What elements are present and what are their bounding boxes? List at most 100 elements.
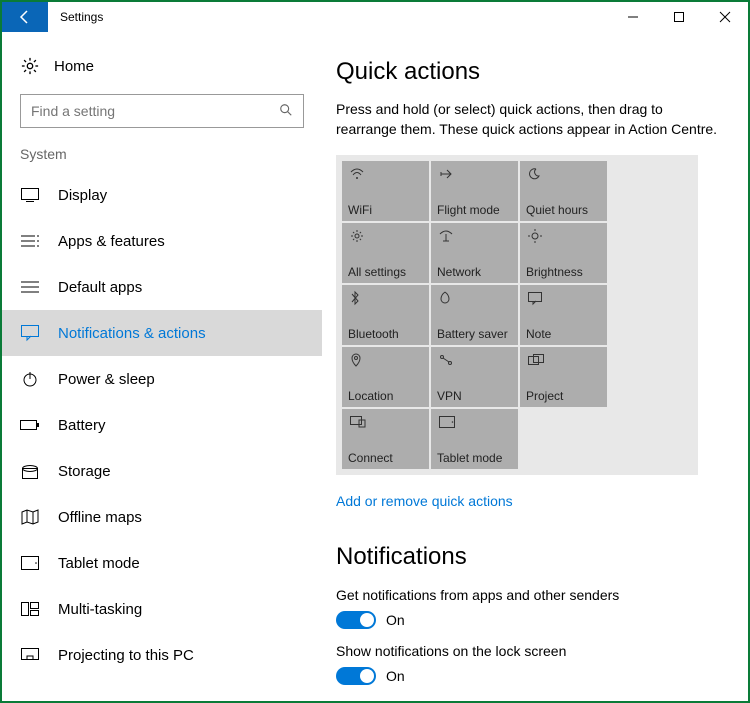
minimize-button[interactable] bbox=[610, 2, 656, 32]
window-title: Settings bbox=[48, 2, 103, 32]
tile-label: Bluetooth bbox=[348, 327, 425, 341]
sidebar-item-label: Notifications & actions bbox=[58, 325, 206, 342]
back-button[interactable] bbox=[2, 2, 48, 32]
projecting-icon bbox=[20, 648, 40, 662]
quick-actions-grid: WiFi Flight mode Quiet hours All setting… bbox=[336, 155, 698, 475]
storage-icon bbox=[20, 463, 40, 479]
tile-bluetooth[interactable]: Bluetooth bbox=[342, 285, 429, 345]
sidebar-item-label: Default apps bbox=[58, 279, 142, 296]
tile-network[interactable]: Network bbox=[431, 223, 518, 283]
sidebar-item-tablet-mode[interactable]: Tablet mode bbox=[2, 540, 322, 586]
sidebar-item-apps[interactable]: Apps & features bbox=[2, 218, 322, 264]
quick-actions-heading: Quick actions bbox=[336, 58, 728, 86]
sidebar-item-label: Storage bbox=[58, 463, 111, 480]
tile-tablet-mode[interactable]: Tablet mode bbox=[431, 409, 518, 469]
sidebar-item-display[interactable]: Display bbox=[2, 172, 322, 218]
gear-icon bbox=[350, 229, 364, 248]
quick-actions-desc: Press and hold (or select) quick actions… bbox=[336, 100, 726, 139]
sidebar-item-multitasking[interactable]: Multi-tasking bbox=[2, 586, 322, 632]
tile-label: Battery saver bbox=[437, 327, 514, 341]
tile-label: Quiet hours bbox=[526, 203, 603, 217]
tablet-icon bbox=[20, 556, 40, 570]
sidebar-item-notifications[interactable]: Notifications & actions bbox=[2, 310, 322, 356]
multitasking-icon bbox=[20, 602, 40, 616]
toggle-notifications-lock[interactable] bbox=[336, 667, 376, 685]
sidebar: Home System Display Apps & features Defa… bbox=[2, 32, 322, 701]
tile-note[interactable]: Note bbox=[520, 285, 607, 345]
sidebar-item-label: Display bbox=[58, 187, 107, 204]
tile-label: Network bbox=[437, 265, 514, 279]
tile-label: Location bbox=[348, 389, 425, 403]
setting-label: Get notifications from apps and other se… bbox=[336, 587, 728, 603]
tile-label: Connect bbox=[348, 451, 425, 465]
sidebar-item-battery[interactable]: Battery bbox=[2, 402, 322, 448]
titlebar: Settings bbox=[2, 2, 748, 32]
sidebar-item-storage[interactable]: Storage bbox=[2, 448, 322, 494]
search-box[interactable] bbox=[20, 94, 304, 128]
tile-label: All settings bbox=[348, 265, 425, 279]
home-label: Home bbox=[54, 58, 94, 75]
tile-label: Note bbox=[526, 327, 603, 341]
sidebar-item-label: Tablet mode bbox=[58, 555, 140, 572]
tile-all-settings[interactable]: All settings bbox=[342, 223, 429, 283]
apps-icon bbox=[20, 234, 40, 248]
sidebar-item-label: Battery bbox=[58, 417, 106, 434]
sidebar-item-projecting[interactable]: Projecting to this PC bbox=[2, 632, 322, 678]
vpn-icon bbox=[439, 353, 453, 371]
tile-vpn[interactable]: VPN bbox=[431, 347, 518, 407]
tile-wifi[interactable]: WiFi bbox=[342, 161, 429, 221]
tile-label: Flight mode bbox=[437, 203, 514, 217]
close-button[interactable] bbox=[702, 2, 748, 32]
tile-battery-saver[interactable]: Battery saver bbox=[431, 285, 518, 345]
tile-location[interactable]: Location bbox=[342, 347, 429, 407]
sidebar-item-default-apps[interactable]: Default apps bbox=[2, 264, 322, 310]
default-apps-icon bbox=[20, 280, 40, 294]
search-icon bbox=[279, 103, 293, 120]
airplane-icon bbox=[439, 167, 453, 185]
sidebar-item-maps[interactable]: Offline maps bbox=[2, 494, 322, 540]
toggle-state: On bbox=[386, 612, 405, 628]
connect-icon bbox=[350, 415, 366, 433]
setting-label: Show notifications on the lock screen bbox=[336, 643, 728, 659]
tile-label: VPN bbox=[437, 389, 514, 403]
add-remove-link[interactable]: Add or remove quick actions bbox=[336, 493, 513, 509]
sidebar-item-label: Projecting to this PC bbox=[58, 647, 194, 664]
notifications-icon bbox=[20, 325, 40, 341]
gear-icon bbox=[20, 56, 40, 76]
sidebar-item-label: Offline maps bbox=[58, 509, 142, 526]
toggle-state: On bbox=[386, 668, 405, 684]
tile-label: Tablet mode bbox=[437, 451, 514, 465]
section-title: System bbox=[2, 146, 322, 172]
notifications-heading: Notifications bbox=[336, 543, 728, 571]
tile-project[interactable]: Project bbox=[520, 347, 607, 407]
sidebar-item-label: Apps & features bbox=[58, 233, 165, 250]
tile-brightness[interactable]: Brightness bbox=[520, 223, 607, 283]
tile-connect[interactable]: Connect bbox=[342, 409, 429, 469]
battery-icon bbox=[20, 419, 40, 431]
tile-label: WiFi bbox=[348, 203, 425, 217]
maximize-button[interactable] bbox=[656, 2, 702, 32]
bluetooth-icon bbox=[350, 291, 360, 310]
tablet-mode-icon bbox=[439, 415, 455, 433]
project-icon bbox=[528, 353, 544, 371]
network-icon bbox=[439, 229, 453, 247]
wifi-icon bbox=[350, 167, 364, 185]
tile-label: Brightness bbox=[526, 265, 603, 279]
tile-quiet-hours[interactable]: Quiet hours bbox=[520, 161, 607, 221]
location-icon bbox=[350, 353, 362, 372]
maps-icon bbox=[20, 509, 40, 525]
content-pane: Quick actions Press and hold (or select)… bbox=[322, 32, 748, 701]
setting-label: Show alarms, reminders and incoming VoIP… bbox=[336, 699, 728, 701]
tile-flight-mode[interactable]: Flight mode bbox=[431, 161, 518, 221]
sidebar-item-power[interactable]: Power & sleep bbox=[2, 356, 322, 402]
sidebar-item-label: Power & sleep bbox=[58, 371, 155, 388]
moon-icon bbox=[528, 167, 540, 185]
note-icon bbox=[528, 291, 542, 309]
battery-saver-icon bbox=[439, 291, 451, 310]
search-input[interactable] bbox=[31, 103, 279, 119]
home-button[interactable]: Home bbox=[2, 56, 322, 94]
display-icon bbox=[20, 188, 40, 202]
tile-label: Project bbox=[526, 389, 603, 403]
toggle-notifications-apps[interactable] bbox=[336, 611, 376, 629]
power-icon bbox=[20, 371, 40, 387]
